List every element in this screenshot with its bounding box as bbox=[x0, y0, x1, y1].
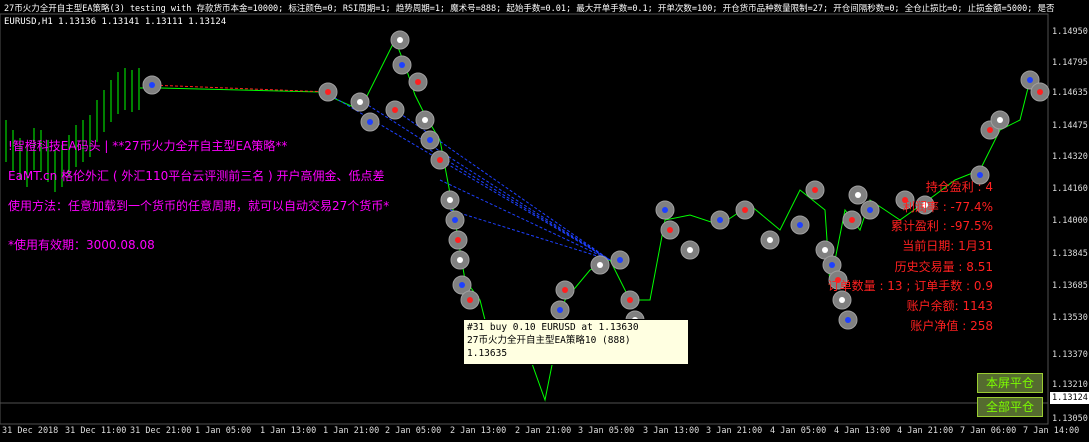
close-all-positions-button[interactable]: 全部平仓 bbox=[977, 397, 1043, 417]
trade-marker-dot bbox=[452, 217, 458, 223]
time-tick-label: 1 Jan 13:00 bbox=[260, 426, 317, 436]
time-tick-label: 4 Jan 13:00 bbox=[834, 426, 891, 436]
time-tick-label: 3 Jan 21:00 bbox=[706, 426, 763, 436]
trade-marker-dot bbox=[822, 247, 828, 253]
trade-marker-dot bbox=[867, 207, 873, 213]
trade-marker-dot bbox=[455, 237, 461, 243]
stat-cumulative-profit: 累计盈利 : -97.5% bbox=[890, 219, 993, 233]
trade-marker-dot bbox=[667, 227, 673, 233]
time-tick-label: 3 Jan 05:00 bbox=[578, 426, 635, 436]
current-price-label: 1.13124 bbox=[1050, 392, 1089, 404]
price-tick-label: 1.13530 bbox=[1052, 313, 1088, 323]
trade-marker-dot bbox=[397, 37, 403, 43]
stat-account-equity: 账户净值 : 258 bbox=[910, 319, 993, 333]
trade-marker-dot bbox=[767, 237, 773, 243]
price-tick-label: 1.13050 bbox=[1052, 414, 1088, 424]
trade-marker-dot bbox=[849, 217, 855, 223]
price-tick-label: 1.14475 bbox=[1052, 121, 1088, 131]
trade-marker-dot bbox=[597, 262, 603, 268]
time-tick-label: 1 Jan 05:00 bbox=[195, 426, 252, 436]
trade-marker-dot bbox=[812, 187, 818, 193]
time-tick-label: 1 Jan 21:00 bbox=[323, 426, 380, 436]
trade-marker-dot bbox=[742, 207, 748, 213]
trade-line bbox=[439, 179, 611, 261]
trade-marker-dot bbox=[149, 82, 155, 88]
time-tick-label: 4 Jan 05:00 bbox=[770, 426, 827, 436]
trade-marker-dot bbox=[325, 89, 331, 95]
trade-marker-dot bbox=[997, 117, 1003, 123]
promo-broker: EaMT.cn 格伦外汇 ( 外汇110平台云评测前三名 ) 开户高佣金、低点差 bbox=[8, 169, 385, 183]
trade-marker-dot bbox=[717, 217, 723, 223]
tooltip-order-line: #31 buy 0.10 EURUSD at 1.13630 bbox=[467, 322, 639, 333]
trade-marker-dot bbox=[437, 157, 443, 163]
price-tick-label: 1.13370 bbox=[1052, 350, 1088, 360]
trade-marker-dot bbox=[627, 297, 633, 303]
time-tick-label: 31 Dec 11:00 bbox=[65, 426, 127, 436]
time-tick-label: 3 Jan 13:00 bbox=[643, 426, 700, 436]
stat-current-date: 当前日期: 1月31 bbox=[902, 239, 993, 253]
stat-account-balance: 账户余额: 1143 bbox=[906, 299, 993, 313]
promo-usage: 使用方法：任意加载到一个货币的任意周期，就可以自动交易27个货币* bbox=[8, 199, 390, 213]
price-tick-label: 1.14320 bbox=[1052, 152, 1088, 162]
trade-marker-dot bbox=[415, 79, 421, 85]
promo-expiry: *使用有效期：3000.08.08 bbox=[8, 238, 155, 252]
time-tick-label: 4 Jan 21:00 bbox=[897, 426, 954, 436]
stat-position-profit: 持仓盈利 : 4 bbox=[925, 180, 993, 194]
trade-tooltip: #31 buy 0.10 EURUSD at 1.13630 27币火力全开自主… bbox=[463, 319, 689, 365]
price-tick-label: 1.14635 bbox=[1052, 88, 1088, 98]
ea-settings-line: 27币火力全开自主型EA策略(3) testing with 存款货币本金=10… bbox=[4, 4, 1055, 14]
trade-marker-dot bbox=[662, 207, 668, 213]
price-tick-label: 1.13210 bbox=[1052, 380, 1088, 390]
trade-marker-dot bbox=[467, 297, 473, 303]
price-tick-label: 1.14950 bbox=[1052, 27, 1088, 37]
price-tick-label: 1.13685 bbox=[1052, 281, 1088, 291]
trade-marker-dot bbox=[839, 297, 845, 303]
trade-marker-dot bbox=[427, 137, 433, 143]
time-tick-label: 7 Jan 06:00 bbox=[960, 426, 1017, 436]
time-tick-label: 31 Dec 21:00 bbox=[130, 426, 192, 436]
time-tick-label: 2 Jan 21:00 bbox=[515, 426, 572, 436]
trade-marker-dot bbox=[422, 117, 428, 123]
tooltip-price-line: 1.13635 bbox=[467, 348, 508, 359]
price-tick-label: 1.14160 bbox=[1052, 184, 1088, 194]
symbol-ohlc-line: EURUSD,H1 1.13136 1.13141 1.13111 1.1312… bbox=[4, 17, 227, 27]
trade-marker-dot bbox=[557, 307, 563, 313]
trade-marker-dot bbox=[392, 107, 398, 113]
trade-marker-dot bbox=[399, 62, 405, 68]
trade-marker-dot bbox=[829, 262, 835, 268]
price-tick-label: 1.13845 bbox=[1052, 249, 1088, 259]
trade-marker-dot bbox=[797, 222, 803, 228]
time-tick-label: 2 Jan 13:00 bbox=[450, 426, 507, 436]
price-tick-label: 1.14000 bbox=[1052, 216, 1088, 226]
promo-title: !智橙科技EA码头 | **27币火力全开自主型EA策略** bbox=[8, 139, 288, 153]
time-tick-label: 31 Dec 2018 bbox=[2, 426, 59, 436]
stat-order-count: 订单数量 : 13 ; 订单手数 : 0.9 bbox=[827, 279, 993, 293]
trade-marker-dot bbox=[562, 287, 568, 293]
time-tick-label: 7 Jan 14:00 bbox=[1023, 426, 1080, 436]
trade-marker-dot bbox=[845, 317, 851, 323]
trade-line bbox=[449, 209, 611, 261]
trade-marker-dot bbox=[367, 119, 373, 125]
trade-line bbox=[359, 99, 611, 261]
tooltip-ea-line: 27币火力全开自主型EA策略10 (888) bbox=[467, 335, 631, 346]
time-tick-label: 2 Jan 05:00 bbox=[385, 426, 442, 436]
trade-marker-dot bbox=[617, 257, 623, 263]
trade-marker-dot bbox=[357, 99, 363, 105]
trade-marker-dot bbox=[457, 257, 463, 263]
trade-marker-dot bbox=[1027, 77, 1033, 83]
price-tick-label: 1.14795 bbox=[1052, 58, 1088, 68]
trade-marker-dot bbox=[447, 197, 453, 203]
trade-marker-dot bbox=[1037, 89, 1043, 95]
stat-history-volume: 历史交易量 : 8.51 bbox=[894, 260, 993, 274]
trade-marker-dot bbox=[855, 192, 861, 198]
close-screen-positions-button[interactable]: 本屏平仓 bbox=[977, 373, 1043, 393]
trade-marker-dot bbox=[987, 127, 993, 133]
trade-marker-dot bbox=[459, 282, 465, 288]
trade-marker-dot bbox=[687, 247, 693, 253]
stat-profit-rate: 利润率 : -77.4% bbox=[902, 200, 993, 214]
